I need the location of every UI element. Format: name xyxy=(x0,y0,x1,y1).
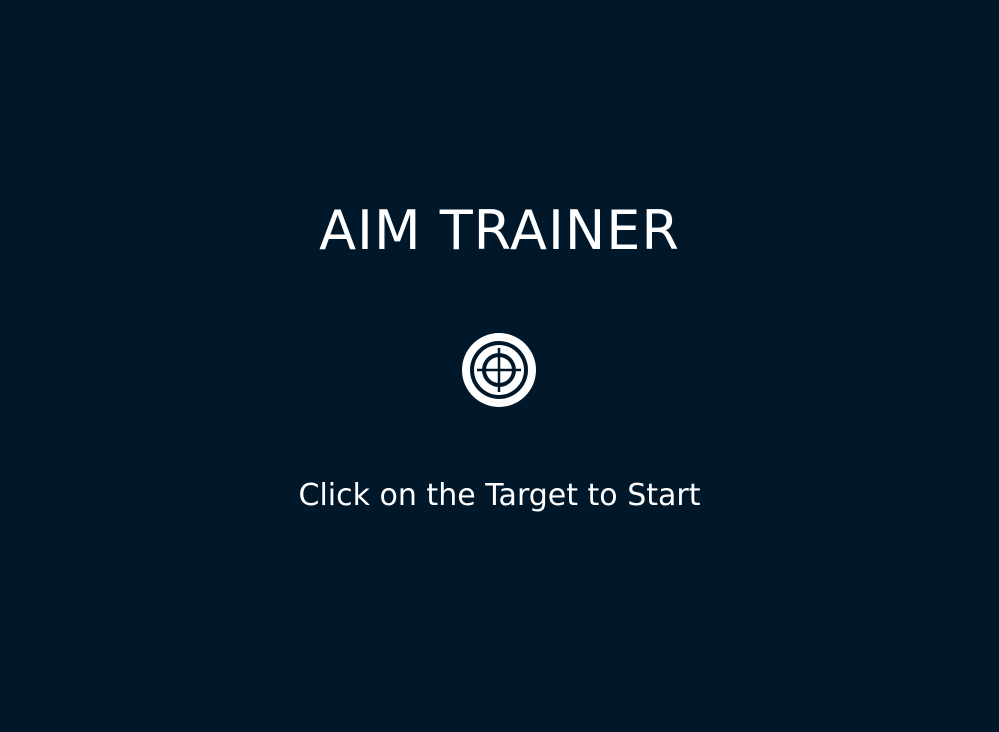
game-title: AIM TRAINER xyxy=(319,199,680,262)
crosshair-target-icon xyxy=(462,333,536,407)
start-target-button[interactable] xyxy=(460,331,538,409)
start-instruction: Click on the Target to Start xyxy=(298,478,701,513)
